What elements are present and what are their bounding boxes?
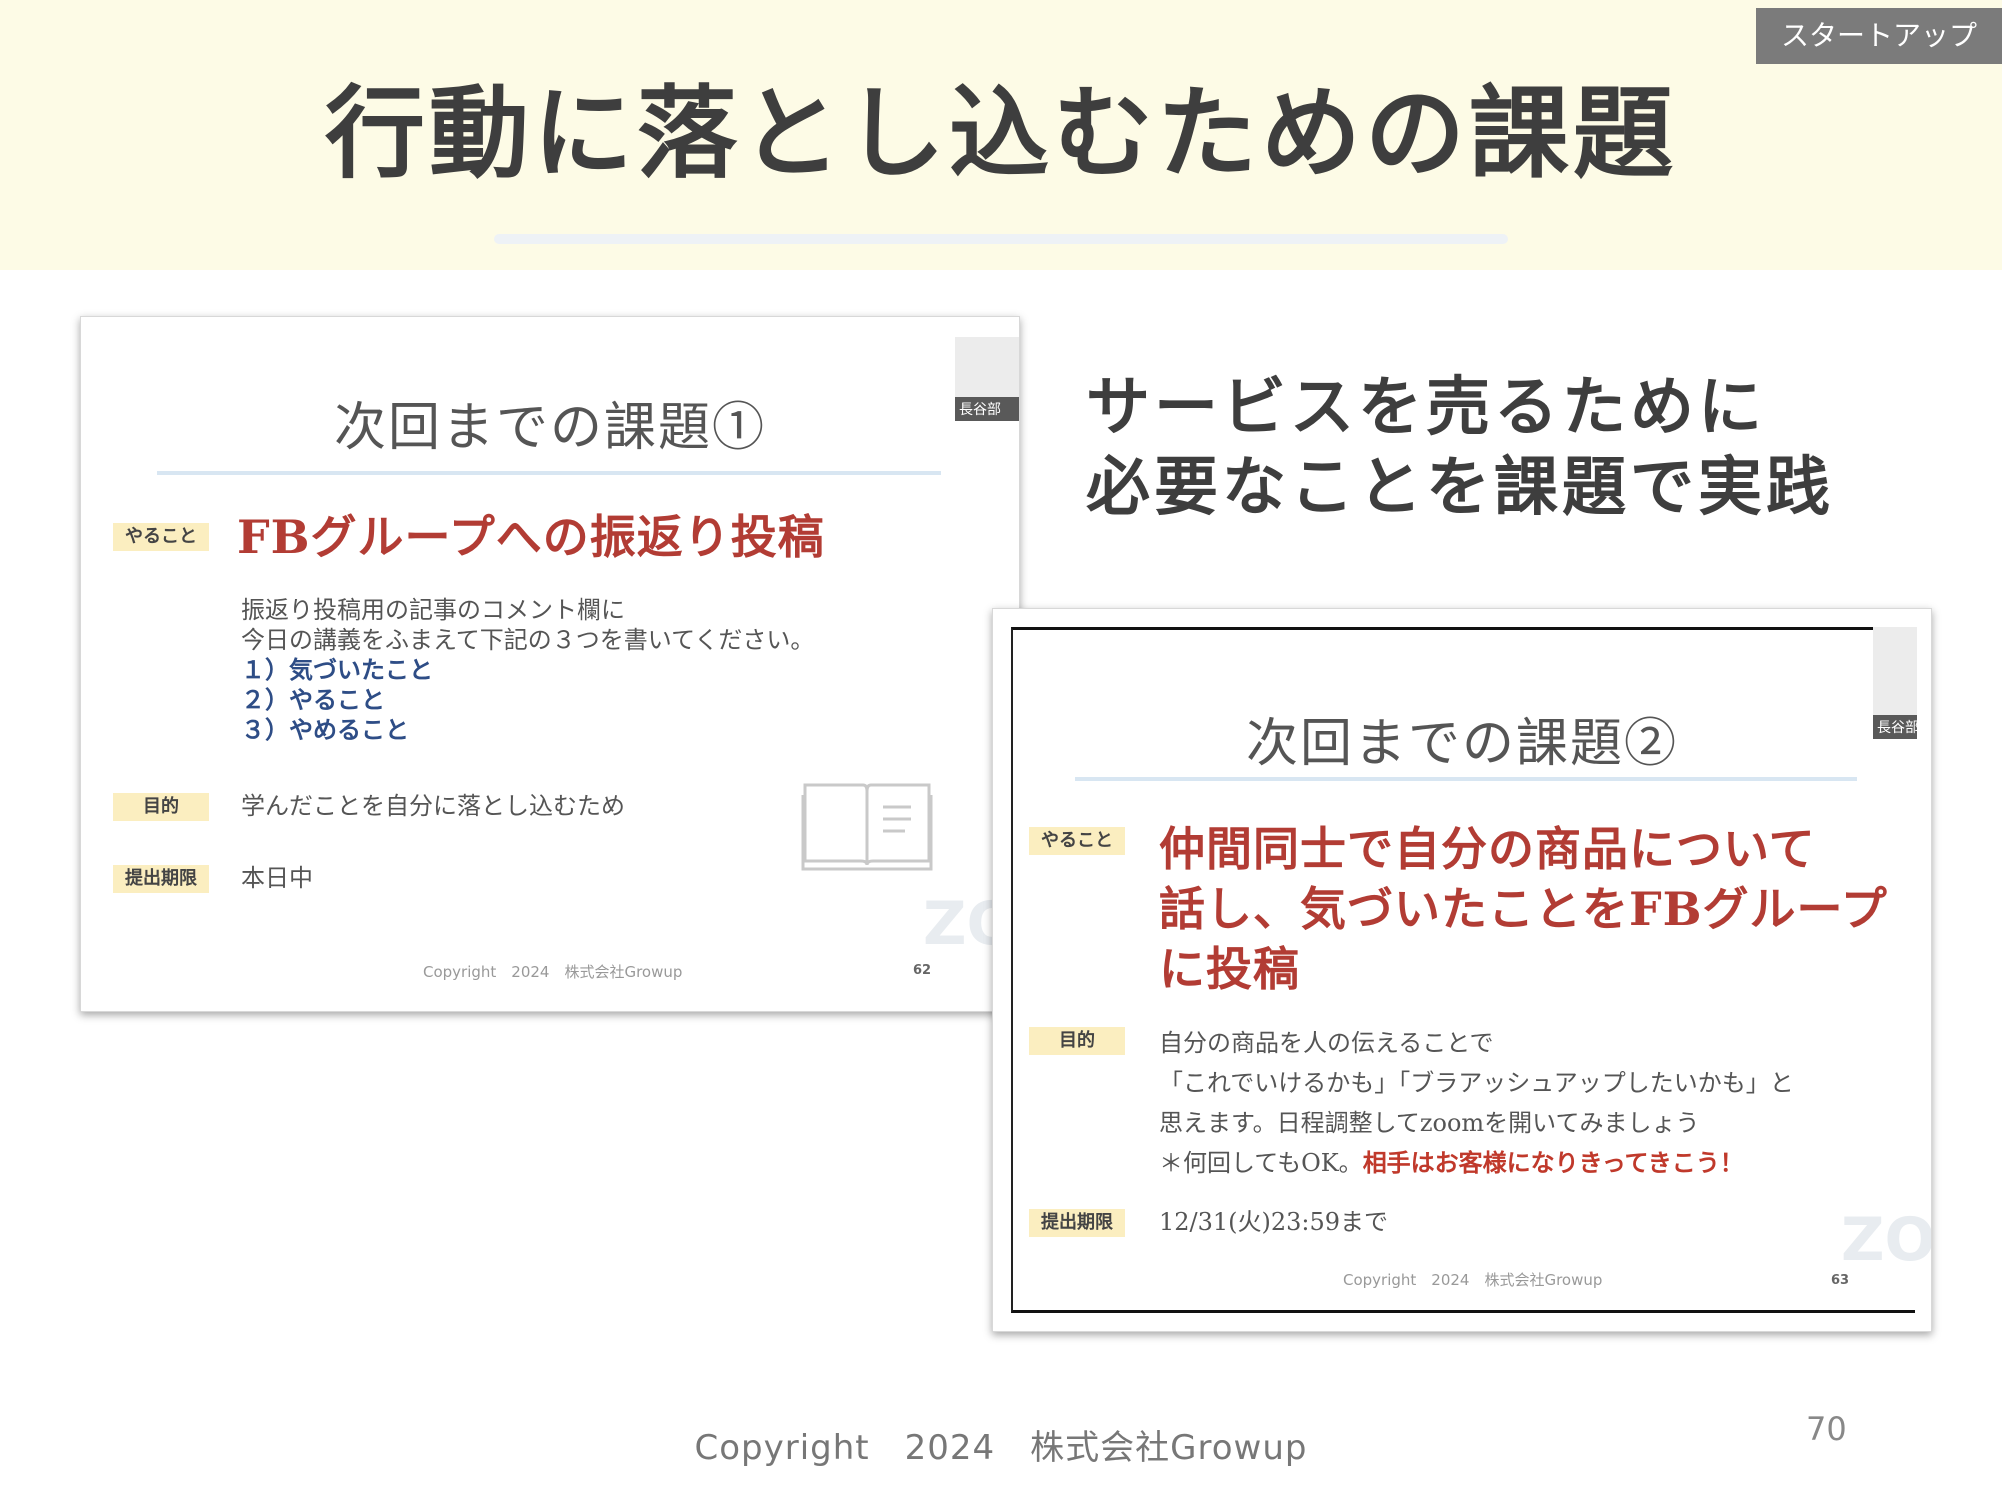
deadline-text: 本日中: [241, 864, 313, 892]
list-item: ３）やめること: [241, 715, 409, 744]
slide-1-title: 次回までの課題①: [333, 398, 766, 458]
slide-thumbnail-2: 次回までの課題② 長谷部 やること 仲間同士で自分の商品について 話し、気づいた…: [992, 608, 1932, 1332]
video-participant-name: 長谷部: [1873, 715, 1917, 739]
section-heading-line-2: 必要なことを課題で実践: [1086, 450, 1834, 525]
todo-label: やること: [113, 523, 209, 551]
purpose-text: 自分の商品を人の伝えることで 「これでいけるかも」「ブラアッシュアップしたいかも…: [1159, 1023, 1794, 1183]
section-heading-line-1: サービスを売るために: [1086, 370, 1766, 445]
purpose-note: ＊何回してもOK。相手はお客様になりきってきこう！: [1159, 1143, 1794, 1183]
todo-description: 振返り投稿用の記事のコメント欄に 今日の講義をふまえて下記の３つを書いてください…: [241, 595, 814, 745]
body-line: 振返り投稿用の記事のコメント欄に: [241, 596, 625, 624]
slide-2-copyright: Copyright 2024 株式会社Growup: [1343, 1271, 1603, 1289]
slide-thumbnail-1: 次回までの課題① 長谷部 やること FBグループへの振返り投稿 振返り投稿用の記…: [80, 316, 1020, 1012]
title-underline: [494, 234, 1508, 244]
slide-1-page-number: 62: [913, 963, 932, 978]
purpose-line: 思えます。日程調整してzoomを開いてみましょう: [1159, 1109, 1700, 1137]
purpose-line: 「これでいけるかも」「ブラアッシュアップしたいかも」と: [1159, 1069, 1794, 1097]
body-line: 今日の講義をふまえて下記の３つを書いてください。: [241, 626, 815, 654]
video-thumbnail: 長谷部: [955, 337, 1019, 421]
todo-label: やること: [1029, 827, 1125, 855]
open-book-icon: [801, 783, 933, 871]
footer-page-number: 70: [1806, 1410, 1847, 1448]
slide-2-page-number: 63: [1831, 1273, 1850, 1288]
category-tag: スタートアップ: [1756, 8, 2002, 64]
slide-2-title-rule: [1075, 777, 1857, 781]
deadline-label: 提出期限: [113, 865, 209, 893]
slide-1-copyright: Copyright 2024 株式会社Growup: [423, 963, 683, 981]
todo-title: 仲間同士で自分の商品について 話し、気づいたことをFBグループ に投稿: [1159, 819, 1888, 999]
deadline-text: 12/31(火)23:59まで: [1159, 1208, 1389, 1236]
deadline-label: 提出期限: [1029, 1209, 1125, 1237]
purpose-label: 目的: [113, 793, 209, 821]
zoom-watermark: ZO: [1841, 1205, 1932, 1275]
list-item: ２）やること: [241, 685, 385, 714]
slide-2-title: 次回までの課題②: [1245, 714, 1678, 774]
purpose-text: 学んだことを自分に落とし込むため: [241, 792, 625, 820]
list-item: １）気づいたこと: [241, 655, 433, 684]
purpose-label: 目的: [1029, 1027, 1125, 1055]
todo-title-line: に投稿: [1159, 942, 1300, 996]
slide-1-title-rule: [157, 471, 941, 475]
purpose-line: 自分の商品を人の伝えることで: [1159, 1029, 1494, 1057]
todo-title: FBグループへの振返り投稿: [237, 510, 825, 564]
note-emphasis: 相手はお客様になりきってきこう！: [1362, 1148, 1744, 1177]
todo-title-line: 話し、気づいたことをFBグループ: [1159, 882, 1888, 936]
video-participant-name: 長谷部: [955, 397, 1019, 421]
page-title: 行動に落とし込むための課題: [325, 74, 1677, 192]
footer-copyright: Copyright 2024 株式会社Growup: [694, 1428, 1308, 1468]
video-thumbnail: 長谷部: [1873, 627, 1917, 739]
section-heading: サービスを売るために 必要なことを課題で実践: [1086, 368, 1834, 528]
todo-title-line: 仲間同士で自分の商品について: [1159, 822, 1816, 876]
note-prefix: ＊何回してもOK。: [1159, 1149, 1363, 1177]
